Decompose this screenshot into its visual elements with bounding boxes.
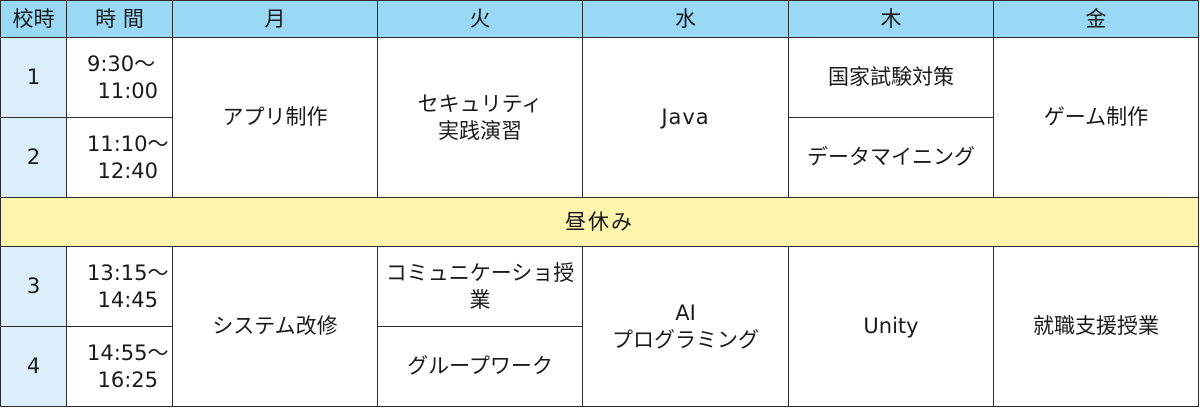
class-thu-period1: 国家試験対策 (788, 37, 994, 118)
period-row-1: 1 9:30〜 11:00 アプリ制作 セキュリティ 実践演習 Java 国家試… (0, 37, 1199, 198)
class-tue-morning-line2: 実践演習 (438, 118, 522, 143)
header-day-fri: 金 (993, 0, 1199, 38)
class-fri-morning: ゲーム制作 (993, 37, 1199, 198)
period-row-3: 3 13:15〜 14:45 システム改修 コミュニケーショ授業 AI プログラ… (0, 246, 1199, 407)
class-thu-period2: データマイニング (788, 117, 994, 198)
lunch-row: 昼休み (0, 197, 1199, 247)
period-start-time: 11:10〜 (87, 132, 169, 157)
class-wed-afternoon-line1: AI (675, 301, 696, 326)
header-day-thu: 木 (788, 0, 994, 38)
period-end-time: 12:40 (97, 158, 158, 183)
timetable: 校時 時 間 月 火 水 木 金 1 9:30〜 11:00 アプリ制作 セキュ… (0, 0, 1199, 407)
period-end-time: 11:00 (97, 78, 158, 103)
header-day-mon: 月 (172, 0, 378, 38)
period-time: 13:15〜 14:45 (66, 246, 173, 327)
period-start-time: 13:15〜 (87, 261, 169, 286)
period-start-time: 14:55〜 (87, 341, 169, 366)
period-end-time: 16:25 (97, 367, 158, 392)
period-end-time: 14:45 (97, 287, 158, 312)
class-tue-morning: セキュリティ 実践演習 (377, 37, 583, 198)
period-start-time: 9:30〜 (87, 52, 156, 77)
period-time: 9:30〜 11:00 (66, 37, 173, 118)
header-time: 時 間 (66, 0, 173, 38)
header-day-wed: 水 (582, 0, 789, 38)
class-mon-morning: アプリ制作 (172, 37, 378, 198)
class-wed-afternoon: AI プログラミング (582, 246, 789, 407)
class-tue-period3: コミュニケーショ授業 (377, 246, 583, 327)
period-number: 3 (0, 246, 67, 327)
class-fri-afternoon: 就職支援授業 (993, 246, 1199, 407)
header-day-tue: 火 (377, 0, 583, 38)
period-number: 4 (0, 326, 67, 407)
class-wed-morning: Java (582, 37, 789, 198)
class-tue-morning-line1: セキュリティ (417, 92, 543, 117)
class-thu-afternoon: Unity (788, 246, 994, 407)
class-wed-afternoon-line2: プログラミング (612, 327, 759, 352)
class-tue-period4: グループワーク (377, 326, 583, 407)
period-number: 2 (0, 117, 67, 198)
header-row: 校時 時 間 月 火 水 木 金 (0, 0, 1199, 38)
period-time: 14:55〜 16:25 (66, 326, 173, 407)
class-mon-afternoon: システム改修 (172, 246, 378, 407)
header-school-period: 校時 (0, 0, 67, 38)
period-number: 1 (0, 37, 67, 118)
period-time: 11:10〜 12:40 (66, 117, 173, 198)
lunch-break: 昼休み (0, 197, 1199, 247)
